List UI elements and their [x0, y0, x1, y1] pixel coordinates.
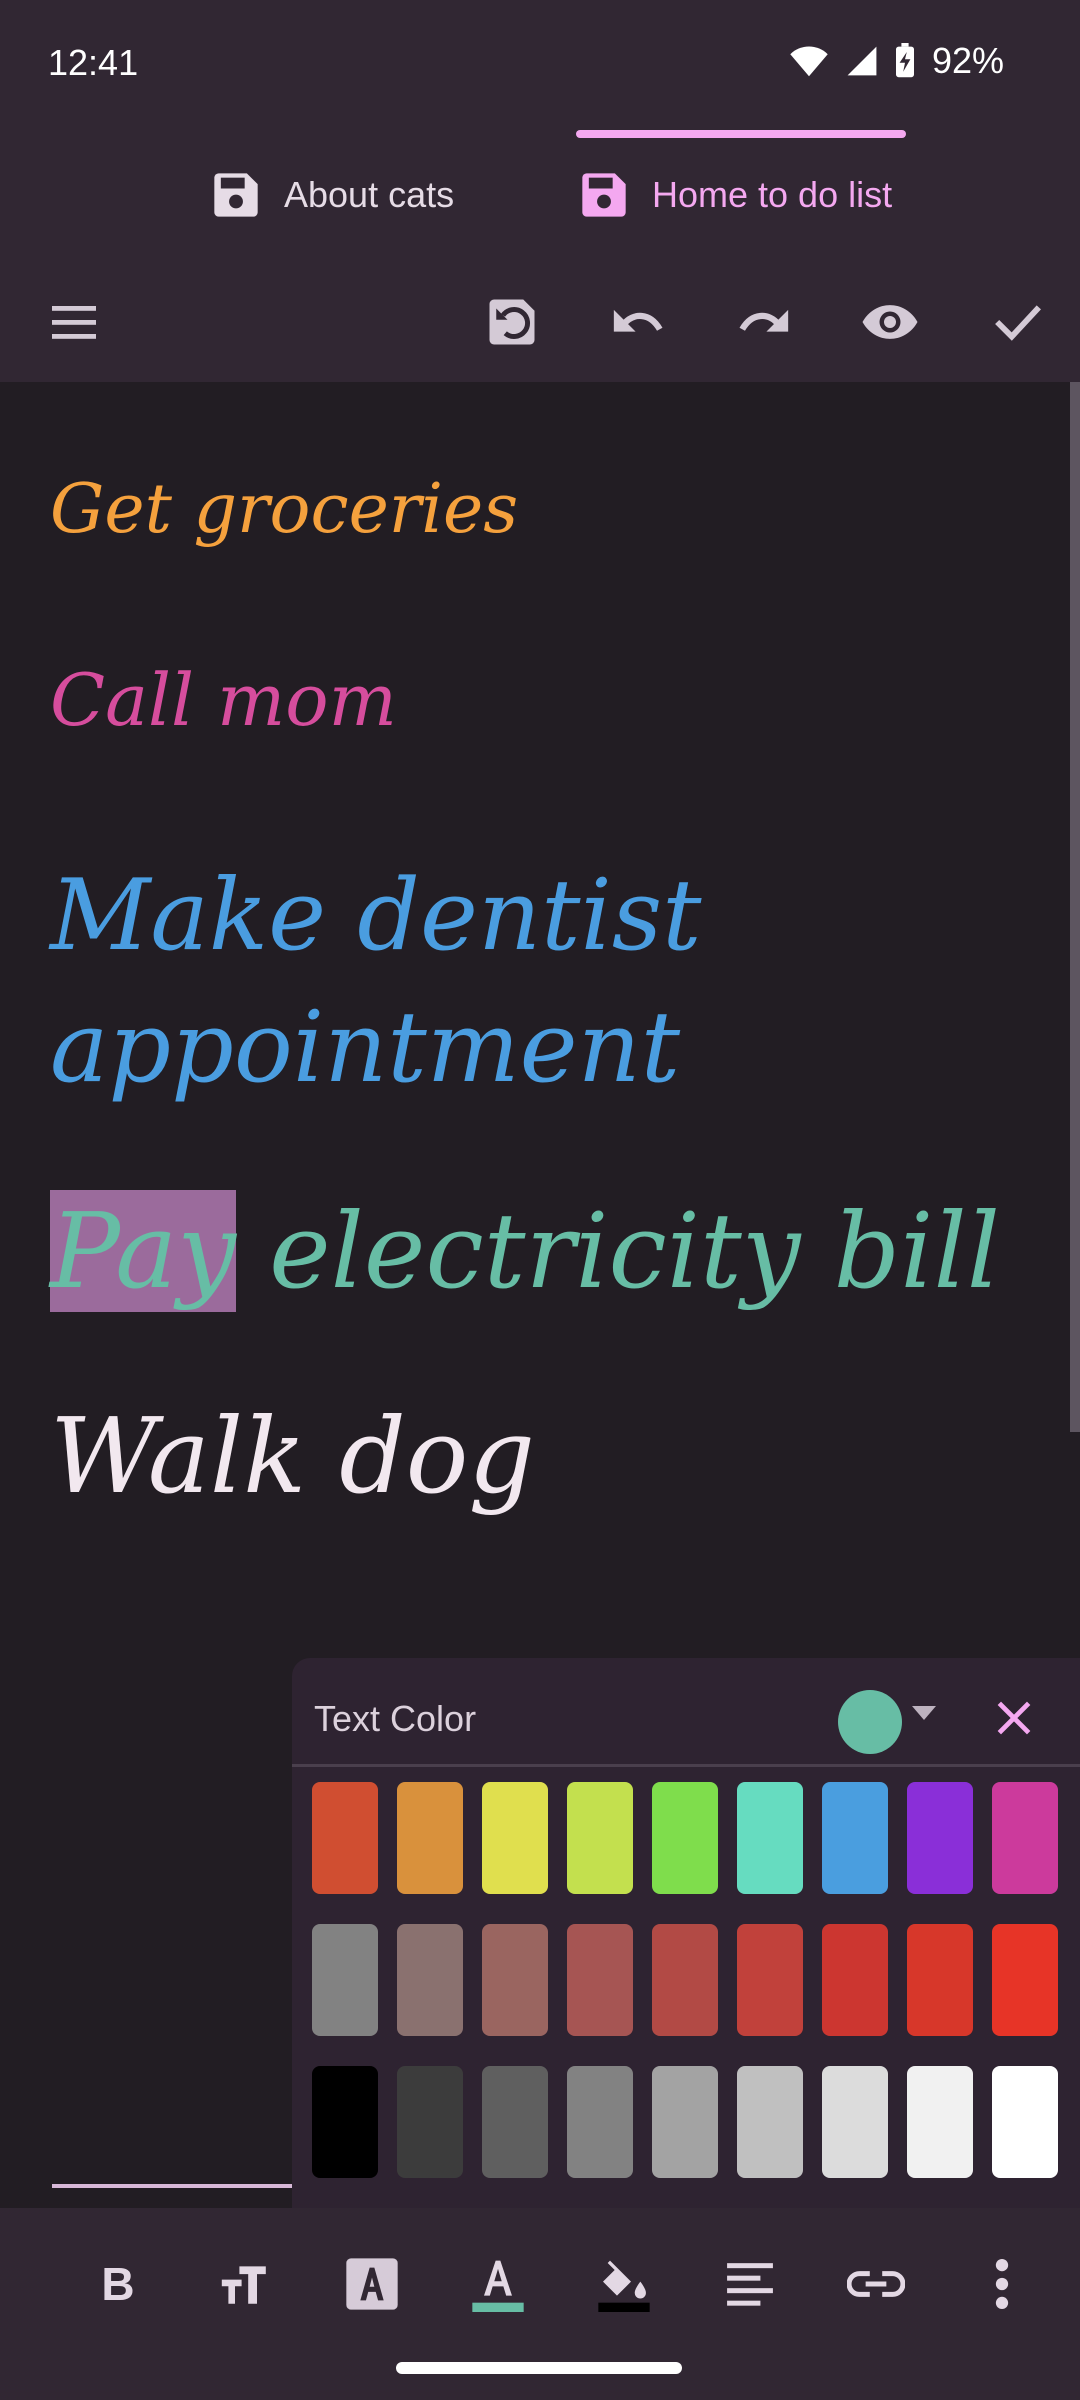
status-icons: 92% — [788, 40, 1004, 82]
more-vert-icon — [995, 2258, 1009, 2310]
more-options-button[interactable] — [962, 2244, 1042, 2324]
document-line[interactable]: Make dentist appointment — [50, 850, 750, 1114]
color-swatch[interactable] — [312, 1924, 378, 2036]
status-time: 12:41 — [48, 42, 139, 83]
redo-icon — [739, 309, 789, 332]
popup-title: Text Color — [314, 1698, 477, 1739]
tab-about-cats[interactable]: About cats — [210, 130, 454, 260]
save-icon — [214, 173, 258, 217]
editor-toolbar — [0, 260, 1080, 382]
color-swatch[interactable] — [822, 1924, 888, 2036]
align-button[interactable] — [710, 2244, 790, 2324]
color-swatch[interactable] — [567, 1924, 633, 2036]
color-swatch[interactable] — [992, 2066, 1058, 2178]
link-button[interactable] — [836, 2244, 916, 2324]
color-swatch[interactable] — [737, 2066, 803, 2178]
color-swatch[interactable] — [822, 1782, 888, 1894]
active-tab-indicator — [576, 130, 906, 138]
redo-button[interactable] — [726, 284, 802, 360]
text-size-icon — [221, 2266, 266, 2304]
color-swatch[interactable] — [482, 1782, 548, 1894]
color-swatch[interactable] — [907, 1924, 973, 2036]
align-icon — [727, 2263, 773, 2306]
undo-button[interactable] — [600, 284, 676, 360]
battery-level: 92% — [931, 40, 1004, 81]
fill-color-icon — [598, 2260, 650, 2312]
bold-icon: B — [101, 2258, 135, 2310]
fill-color-button[interactable] — [584, 2244, 664, 2324]
color-swatch[interactable] — [312, 1782, 378, 1894]
battery-icon — [895, 43, 914, 78]
chevron-down-icon[interactable] — [912, 1706, 936, 1720]
document-line[interactable]: Get groceries — [50, 470, 518, 549]
line-text: electricity bill — [236, 1190, 1000, 1312]
revert-button[interactable] — [474, 284, 550, 360]
color-swatch[interactable] — [992, 1782, 1058, 1894]
popup-divider — [292, 1764, 1080, 1767]
document-line[interactable]: Pay electricity bill — [50, 1190, 1000, 1312]
done-button[interactable] — [980, 284, 1056, 360]
preview-eye-icon — [862, 305, 918, 339]
bold-button[interactable]: B — [78, 2244, 158, 2324]
color-swatch[interactable] — [482, 1924, 548, 2036]
current-color-indicator[interactable] — [838, 1690, 902, 1754]
color-swatch[interactable] — [652, 2066, 718, 2178]
color-swatch[interactable] — [907, 2066, 973, 2178]
tab-home-to-do-list[interactable]: Home to do list — [578, 130, 892, 260]
menu-icon — [52, 306, 96, 339]
wifi-icon — [790, 46, 828, 77]
highlight-button[interactable] — [332, 2244, 412, 2324]
color-swatch[interactable] — [397, 1782, 463, 1894]
color-swatch[interactable] — [652, 1924, 718, 2036]
editor-scrollbar[interactable] — [1070, 382, 1080, 1432]
color-swatch[interactable] — [822, 2066, 888, 2178]
tab-label: About cats — [284, 174, 455, 215]
selected-text[interactable]: Pay — [50, 1190, 237, 1312]
save-icon — [582, 173, 626, 217]
color-swatch[interactable] — [567, 1782, 633, 1894]
status-bar: 12:41 92% — [0, 0, 1080, 130]
undo-icon — [613, 309, 663, 332]
text-color-icon — [472, 2260, 524, 2312]
text-highlight-icon — [346, 2258, 398, 2310]
color-swatch[interactable] — [397, 2066, 463, 2178]
color-swatch[interactable] — [992, 1924, 1058, 2036]
color-swatch[interactable] — [397, 1924, 463, 2036]
color-swatch[interactable] — [567, 2066, 633, 2178]
signal-icon — [847, 46, 877, 76]
text-color-button[interactable] — [458, 2244, 538, 2324]
color-swatch[interactable] — [312, 2066, 378, 2178]
menu-button[interactable] — [36, 284, 112, 360]
revert-save-icon — [489, 299, 535, 345]
text-size-button[interactable] — [206, 2244, 286, 2324]
color-swatch[interactable] — [482, 2066, 548, 2178]
color-swatch[interactable] — [737, 1924, 803, 2036]
link-icon — [847, 2271, 905, 2297]
document-line[interactable]: Walk dog — [50, 1395, 535, 1517]
color-swatch[interactable] — [652, 1782, 718, 1894]
text-color-popup: Text Color — [292, 1658, 1080, 2208]
document-line[interactable]: Call mom — [50, 658, 397, 742]
cursor-underline — [52, 2184, 292, 2188]
preview-button[interactable] — [852, 284, 928, 360]
home-indicator[interactable] — [396, 2362, 682, 2374]
done-check-icon — [995, 305, 1041, 341]
close-icon[interactable] — [992, 1696, 1036, 1740]
color-swatch[interactable] — [737, 1782, 803, 1894]
tab-label: Home to do list — [652, 174, 893, 215]
file-tabs: About cats Home to do list — [0, 130, 1080, 260]
color-swatch[interactable] — [907, 1782, 973, 1894]
